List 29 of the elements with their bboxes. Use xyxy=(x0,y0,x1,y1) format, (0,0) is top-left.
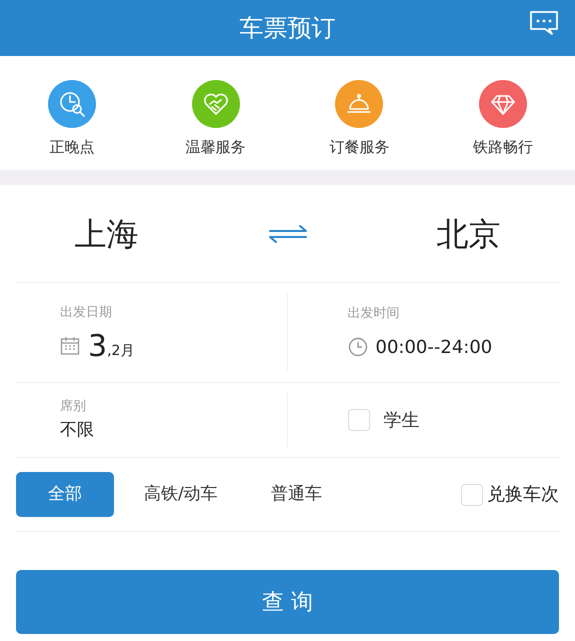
search-button[interactable]: 查 询 xyxy=(16,570,559,634)
service-badge[interactable] xyxy=(48,80,96,128)
field-label: 出发日期 xyxy=(60,304,113,322)
service-label[interactable]: 正晚点 xyxy=(49,136,94,158)
student-checkbox[interactable] xyxy=(348,409,370,431)
train-type-tab[interactable]: 普通车 xyxy=(248,472,346,517)
service-badge[interactable] xyxy=(335,80,384,128)
chat-icon[interactable] xyxy=(529,10,559,36)
service-label[interactable]: 温馨服务 xyxy=(186,136,246,158)
clock-icon xyxy=(348,337,368,358)
student-label[interactable]: 学生 xyxy=(384,406,420,434)
exchange-checkbox[interactable] xyxy=(461,484,483,506)
service-label[interactable]: 订餐服务 xyxy=(329,136,390,158)
service-label[interactable]: 铁路畅行 xyxy=(473,136,534,158)
seat-class[interactable]: 不限 xyxy=(60,418,286,444)
departure-station[interactable]: 上海 xyxy=(74,210,138,258)
departure-month[interactable]: ,2月 xyxy=(107,341,134,362)
arrival-station[interactable]: 北京 xyxy=(436,210,500,258)
calendar-icon xyxy=(60,336,80,356)
train-type-tab[interactable]: 高铁/动车 xyxy=(122,472,240,517)
page-title: 车票预订 xyxy=(240,13,336,44)
train-type-tab[interactable]: 全部 xyxy=(16,472,114,517)
field-label: 席别 xyxy=(60,398,87,416)
departure-day[interactable]: 3 xyxy=(88,332,108,362)
field-label: 出发时间 xyxy=(348,305,400,324)
service-badge[interactable] xyxy=(479,80,528,128)
service-badge[interactable] xyxy=(192,80,240,128)
departure-time[interactable]: 00:00--24:00 xyxy=(376,334,492,361)
exchange-label[interactable]: 兑换车次 xyxy=(487,481,559,508)
